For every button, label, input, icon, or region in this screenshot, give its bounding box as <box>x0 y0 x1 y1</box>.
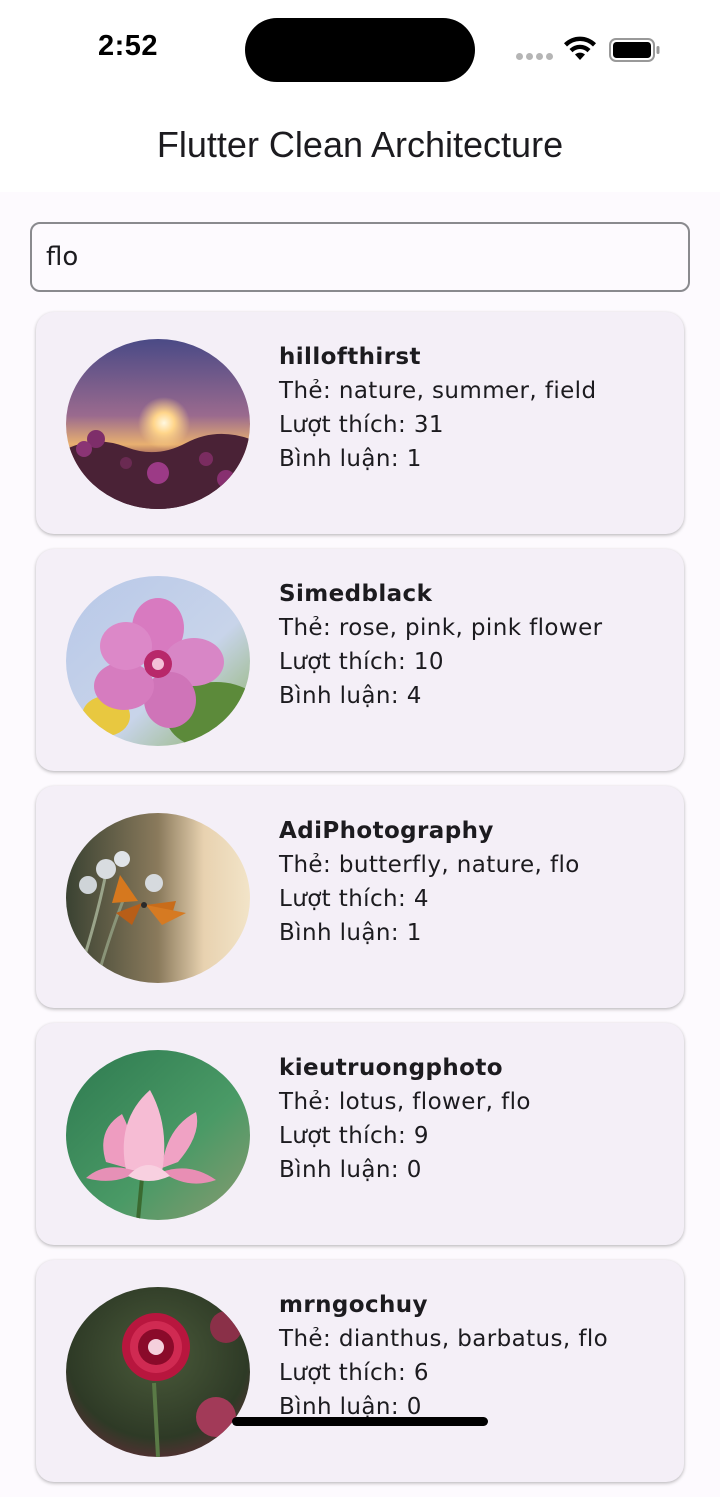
search-input[interactable] <box>46 224 666 290</box>
battery-icon <box>609 38 660 62</box>
butterfly-photo <box>66 813 250 983</box>
item-details: hillofthirst Thẻ: nature, summer, field … <box>279 340 679 476</box>
item-details: Simedblack Thẻ: rose, pink, pink flower … <box>279 577 679 713</box>
item-tags: Thẻ: dianthus, barbatus, flo <box>279 1326 609 1352</box>
sunset-flower-field-photo <box>66 339 250 509</box>
list-item[interactable]: AdiPhotography Thẻ: butterfly, nature, f… <box>36 786 684 1008</box>
pink-flower-photo <box>66 576 250 746</box>
item-username: hillofthirst <box>279 344 421 370</box>
item-tags: Thẻ: butterfly, nature, flo <box>279 852 580 878</box>
item-likes: Lượt thích: 10 <box>279 649 444 675</box>
dynamic-island <box>245 18 475 82</box>
app-bar: Flutter Clean Architecture <box>0 96 720 192</box>
home-indicator[interactable] <box>232 1417 488 1426</box>
item-username: kieutruongphoto <box>279 1055 503 1081</box>
item-likes: Lượt thích: 31 <box>279 412 444 438</box>
item-tags: Thẻ: rose, pink, pink flower <box>279 615 603 641</box>
app-title: Flutter Clean Architecture <box>156 124 564 165</box>
item-comments: Bình luận: 4 <box>279 683 422 709</box>
item-details: AdiPhotography Thẻ: butterfly, nature, f… <box>279 814 679 950</box>
item-comments: Bình luận: 0 <box>279 1157 422 1183</box>
item-username: AdiPhotography <box>279 818 494 844</box>
cellular-signal-icon <box>516 53 554 61</box>
list-item[interactable]: Simedblack Thẻ: rose, pink, pink flower … <box>36 549 684 771</box>
item-details: mrngochuy Thẻ: dianthus, barbatus, flo L… <box>279 1288 679 1424</box>
dianthus-photo <box>66 1287 250 1457</box>
item-username: mrngochuy <box>279 1292 428 1318</box>
status-bar: 2:52 <box>0 0 720 96</box>
list-item[interactable]: mrngochuy Thẻ: dianthus, barbatus, flo L… <box>36 1260 684 1482</box>
item-tags: Thẻ: lotus, flower, flo <box>279 1089 531 1115</box>
lotus-photo <box>66 1050 250 1220</box>
list-item[interactable]: hillofthirst Thẻ: nature, summer, field … <box>36 312 684 534</box>
item-comments: Bình luận: 1 <box>279 446 422 472</box>
item-username: Simedblack <box>279 581 433 607</box>
item-comments: Bình luận: 1 <box>279 920 422 946</box>
item-likes: Lượt thích: 9 <box>279 1123 429 1149</box>
wifi-icon <box>564 36 596 60</box>
status-time: 2:52 <box>98 30 159 62</box>
list-item[interactable]: kieutruongphoto Thẻ: lotus, flower, flo … <box>36 1023 684 1245</box>
results-list: hillofthirst Thẻ: nature, summer, field … <box>36 312 684 1497</box>
item-likes: Lượt thích: 4 <box>279 886 429 912</box>
search-field[interactable] <box>30 222 690 292</box>
item-details: kieutruongphoto Thẻ: lotus, flower, flo … <box>279 1051 679 1187</box>
item-likes: Lượt thích: 6 <box>279 1360 429 1386</box>
item-tags: Thẻ: nature, summer, field <box>279 378 597 404</box>
